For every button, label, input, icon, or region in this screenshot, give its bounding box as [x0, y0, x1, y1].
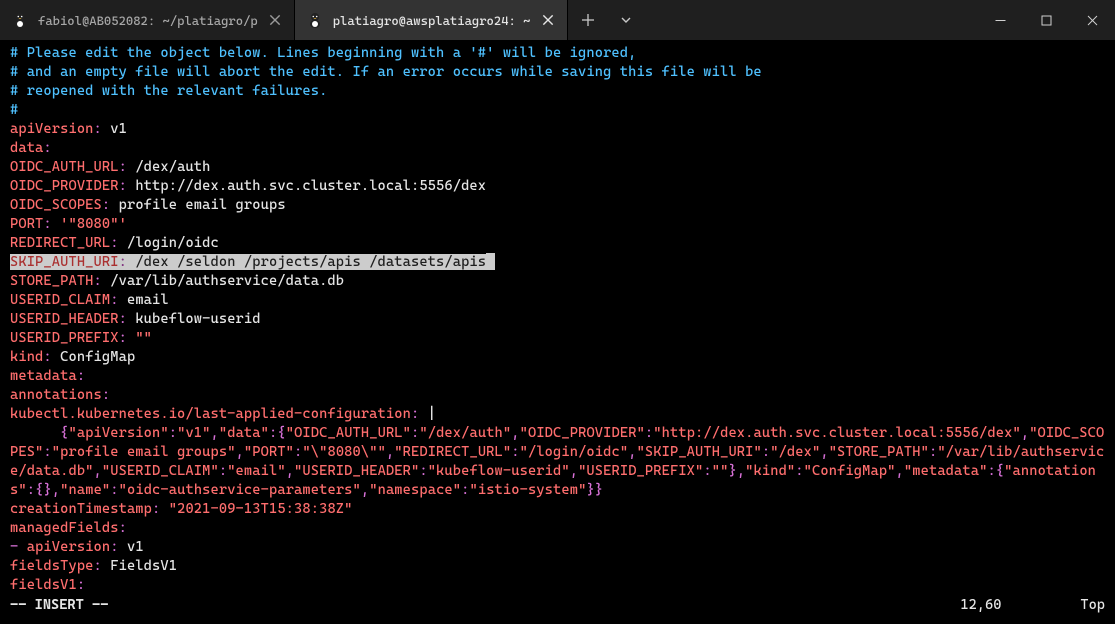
yaml-line: STORE_PATH: /var/lib/authservice/data.db [10, 272, 1105, 291]
yaml-line: kubectl.kubernetes.io/last-applied-confi… [10, 405, 1105, 424]
yaml-line: data: [10, 139, 1105, 158]
yaml-line: OIDC_AUTH_URL: /dex/auth [10, 158, 1105, 177]
minimize-button[interactable] [977, 0, 1023, 40]
comment-line: # reopened with the relevant failures. [10, 82, 1105, 101]
yaml-json-block: {"apiVersion":"v1","data":{"OIDC_AUTH_UR… [10, 424, 1105, 500]
yaml-line: - apiVersion: v1 [10, 538, 1105, 557]
yaml-line: metadata: [10, 367, 1105, 386]
window-controls [977, 0, 1115, 40]
new-tab-button[interactable] [568, 0, 608, 40]
yaml-line: USERID_CLAIM: email [10, 291, 1105, 310]
yaml-line: creationTimestamp: "2021-09-13T15:38:38Z… [10, 500, 1105, 519]
comment-line: # Please edit the object below. Lines be… [10, 44, 1105, 63]
yaml-highlighted-line: SKIP_AUTH_URI: /dex /seldon /projects/ap… [10, 253, 1105, 272]
close-icon[interactable] [268, 13, 282, 27]
close-window-button[interactable] [1069, 0, 1115, 40]
close-icon[interactable] [541, 13, 555, 27]
tab-active[interactable]: platiagro@awsplatiagro24: ~ [295, 0, 568, 40]
yaml-line: kind: ConfigMap [10, 348, 1105, 367]
comment-line: # [10, 101, 1105, 120]
yaml-line: fieldsType: FieldsV1 [10, 557, 1105, 576]
window-titlebar: fabiol@AB052082: ~/platiagro/p platiagro… [0, 0, 1115, 40]
yaml-line: USERID_HEADER: kubeflow-userid [10, 310, 1105, 329]
editor-viewport[interactable]: # Please edit the object below. Lines be… [0, 40, 1115, 597]
tux-icon [12, 12, 28, 28]
tab-inactive[interactable]: fabiol@AB052082: ~/platiagro/p [0, 0, 295, 40]
text-cursor [486, 253, 495, 270]
yaml-line: fieldsV1: [10, 576, 1105, 595]
tab-title: fabiol@AB052082: ~/platiagro/p [38, 13, 258, 28]
yaml-line: REDIRECT_URL: /login/oidc [10, 234, 1105, 253]
tux-icon [307, 12, 323, 28]
tab-title: platiagro@awsplatiagro24: ~ [333, 13, 531, 28]
tab-bar: fabiol@AB052082: ~/platiagro/p platiagro… [0, 0, 644, 40]
yaml-line: annotations: [10, 386, 1105, 405]
vim-status-line: -- INSERT -- 12,60 Top [0, 597, 1115, 613]
yaml-line: OIDC_SCOPES: profile email groups [10, 196, 1105, 215]
vim-scroll-pos: Top [1080, 597, 1105, 613]
comment-line: # and an empty file will abort the edit.… [10, 63, 1105, 82]
maximize-button[interactable] [1023, 0, 1069, 40]
yaml-line: USERID_PREFIX: "" [10, 329, 1105, 348]
yaml-line: managedFields: [10, 519, 1105, 538]
yaml-line: PORT: '"8080"' [10, 215, 1105, 234]
tab-dropdown-button[interactable] [608, 0, 644, 40]
vim-mode: -- INSERT -- [10, 597, 108, 613]
vim-cursor-pos: 12,60 [960, 597, 1080, 613]
yaml-line: OIDC_PROVIDER: http://dex.auth.svc.clust… [10, 177, 1105, 196]
yaml-line: apiVersion: v1 [10, 120, 1105, 139]
